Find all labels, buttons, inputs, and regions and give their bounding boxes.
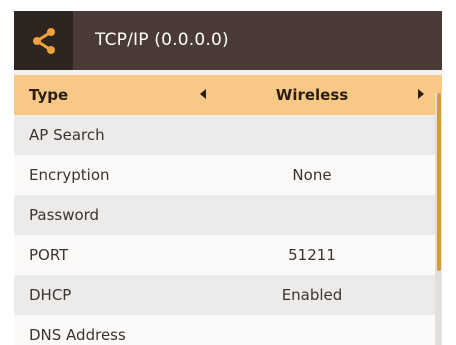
setting-row-password[interactable]: Password [14, 195, 442, 235]
setting-label: DNS Address [29, 326, 126, 344]
setting-label: Encryption [29, 166, 110, 184]
arrow-right-icon[interactable] [418, 89, 424, 99]
share-icon [32, 27, 55, 54]
setting-value: Enabled [281, 286, 343, 304]
arrow-left-icon[interactable] [200, 89, 206, 99]
setting-value: None [292, 166, 332, 184]
setting-row-port[interactable]: PORT 51211 [14, 235, 442, 275]
setting-label: DHCP [29, 286, 72, 304]
setting-label: Password [29, 206, 100, 224]
setting-label: PORT [29, 246, 69, 264]
setting-value: 51211 [288, 246, 336, 264]
setting-row-dns-address[interactable]: DNS Address [14, 315, 442, 345]
settings-list: Type Wireless AP Search Encryption None … [14, 75, 442, 345]
setting-row-encryption[interactable]: Encryption None [14, 155, 442, 195]
scrollbar[interactable] [435, 93, 442, 345]
window-title: TCP/IP (0.0.0.0) [95, 30, 229, 50]
setting-label: AP Search [29, 126, 105, 144]
title-bar: TCP/IP (0.0.0.0) [14, 11, 442, 70]
setting-row-type[interactable]: Type Wireless [14, 75, 442, 115]
settings-window: TCP/IP (0.0.0.0) Type Wireless AP Search… [14, 11, 442, 345]
setting-row-dhcp[interactable]: DHCP Enabled [14, 275, 442, 315]
setting-value: Wireless [275, 86, 349, 104]
share-icon-button[interactable] [14, 11, 73, 70]
scrollbar-thumb[interactable] [437, 93, 441, 271]
setting-row-ap-search[interactable]: AP Search [14, 115, 442, 155]
setting-label: Type [29, 86, 69, 104]
